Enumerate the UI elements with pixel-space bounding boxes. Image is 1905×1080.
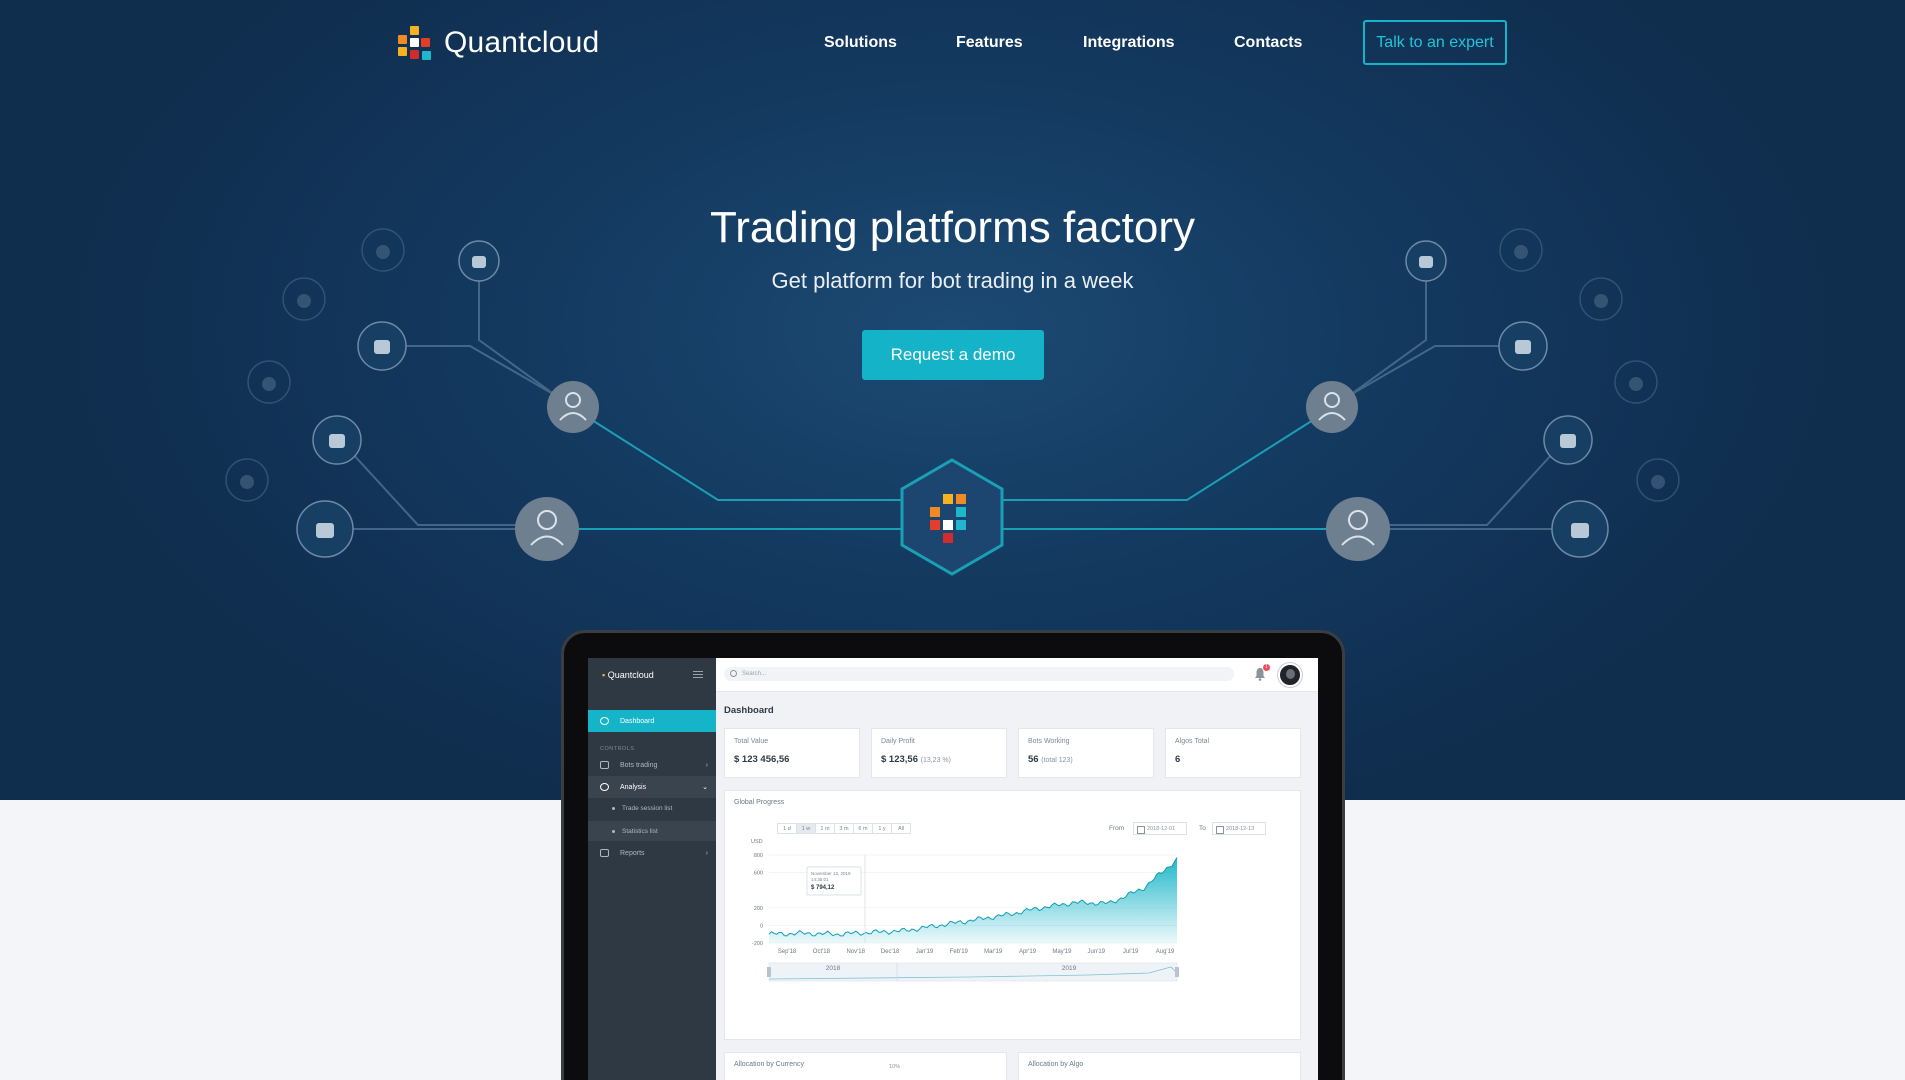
stat-card-total-value: Total Value $ 123 456,56 xyxy=(724,728,860,778)
request-demo-button[interactable]: Request a demo xyxy=(862,330,1044,380)
y-tick-label: 800 xyxy=(754,853,763,859)
x-tick-label: Oct'18 xyxy=(813,949,831,955)
hamburger-menu-icon[interactable] xyxy=(693,671,703,678)
sidebar-sub-trade-session-list[interactable]: Trade session list xyxy=(588,798,716,818)
tooltip-time: 14:35:01 xyxy=(811,877,829,882)
x-tick-label: May'19 xyxy=(1052,949,1072,955)
stat-card-daily-profit: Daily Profit $ 123,56 (13,23 %) xyxy=(871,728,1007,778)
avatar[interactable] xyxy=(1278,663,1302,687)
nav-solutions[interactable]: Solutions xyxy=(824,34,897,52)
x-tick-label: Sep'18 xyxy=(778,949,797,955)
tooltip-value: $ 794,12 xyxy=(811,885,835,891)
chevron-down-icon: ⌄ xyxy=(702,784,708,791)
dashboard-logo-icon: ▪ xyxy=(602,670,606,680)
dashboard-brand: ▪ Quantcloud xyxy=(602,670,654,680)
search-input[interactable]: Search... xyxy=(724,667,1234,681)
allocation-by-currency-card: Allocation by Currency 10% xyxy=(724,1052,1007,1080)
y-tick-label: 0 xyxy=(760,923,763,929)
global-progress-chart[interactable]: USD 800 600 200 0 -200 November 13, 201914:35:… xyxy=(725,791,1302,1041)
allocation-currency-tick: 10% xyxy=(889,1064,901,1070)
x-tick-label: Jun'19 xyxy=(1088,949,1106,955)
x-tick-label: Nov'18 xyxy=(846,949,865,955)
magnifier-icon xyxy=(600,783,609,791)
stat-card-bots-working: Bots Working 56 (total 123) xyxy=(1018,728,1154,778)
page-title: Dashboard xyxy=(724,705,774,716)
hero-title: Trading platforms factory xyxy=(710,203,1195,252)
y-axis-label: USD xyxy=(751,839,763,845)
nav-integrations[interactable]: Integrations xyxy=(1083,34,1175,52)
allocation-by-algo-card: Allocation by Algo xyxy=(1018,1052,1301,1080)
allocation-algo-title: Allocation by Algo xyxy=(1028,1061,1084,1068)
sliders-icon xyxy=(600,761,609,769)
hero-subtitle: Get platform for bot trading in a week xyxy=(771,268,1134,293)
stat-card-algos-total: Algos Total 6 xyxy=(1165,728,1301,778)
y-tick-label: 200 xyxy=(754,906,763,912)
talk-to-expert-button[interactable]: Talk to an expert xyxy=(1363,20,1507,65)
x-tick-label: Jan'19 xyxy=(916,949,934,955)
y-tick-label: -200 xyxy=(752,941,763,947)
x-tick-label: Apr'19 xyxy=(1019,949,1037,955)
navigator-handle-left xyxy=(767,967,771,977)
sidebar-item-dashboard[interactable]: Dashboard xyxy=(588,710,716,732)
search-icon xyxy=(730,670,737,677)
gauge-icon xyxy=(600,717,609,725)
x-tick-label: Feb'19 xyxy=(950,949,969,955)
global-progress-card: Global Progress 1 d 1 w 1 m 3 m 6 m 1 y … xyxy=(724,790,1301,1040)
monitor-icon xyxy=(600,849,609,857)
sidebar-item-analysis[interactable]: Analysis ⌄ xyxy=(588,776,716,798)
dashboard-sidebar: ▪ Quantcloud Dashboard CONTROLS Bots tra… xyxy=(588,658,716,1080)
sidebar-item-reports[interactable]: Reports › xyxy=(588,842,716,864)
tooltip-date: November 13, 2019 xyxy=(811,871,851,876)
dashboard-topbar: Search... 1 xyxy=(716,658,1318,692)
nav-features[interactable]: Features xyxy=(956,34,1023,52)
chevron-right-icon: › xyxy=(705,849,708,857)
dashboard-main: Search... 1 Dashboard Total Value $ 123 … xyxy=(716,658,1318,1080)
x-tick-label: Dec'18 xyxy=(881,949,900,955)
nav-contacts[interactable]: Contacts xyxy=(1234,34,1302,52)
sidebar-section-label: CONTROLS xyxy=(600,746,635,752)
navigator-label-2019: 2019 xyxy=(1062,965,1077,972)
navigator-handle-right xyxy=(1175,967,1179,977)
sidebar-item-bots-trading[interactable]: Bots trading › xyxy=(588,754,716,776)
x-tick-label: Jul'19 xyxy=(1123,949,1139,955)
y-tick-label: 600 xyxy=(754,871,763,877)
sidebar-sub-statistics-list[interactable]: Statistics list xyxy=(588,821,716,841)
x-tick-label: Mar'19 xyxy=(984,949,1003,955)
dashboard-screen: ▪ Quantcloud Dashboard CONTROLS Bots tra… xyxy=(588,658,1318,1080)
chevron-right-icon: › xyxy=(705,761,708,769)
allocation-currency-title: Allocation by Currency xyxy=(734,1061,805,1068)
main-nav: Solutions Features Integrations Contacts xyxy=(0,30,1905,60)
x-tick-label: Aug'19 xyxy=(1156,949,1175,955)
notification-badge: 1 xyxy=(1263,664,1270,671)
navigator-label-2018: 2018 xyxy=(826,965,841,972)
